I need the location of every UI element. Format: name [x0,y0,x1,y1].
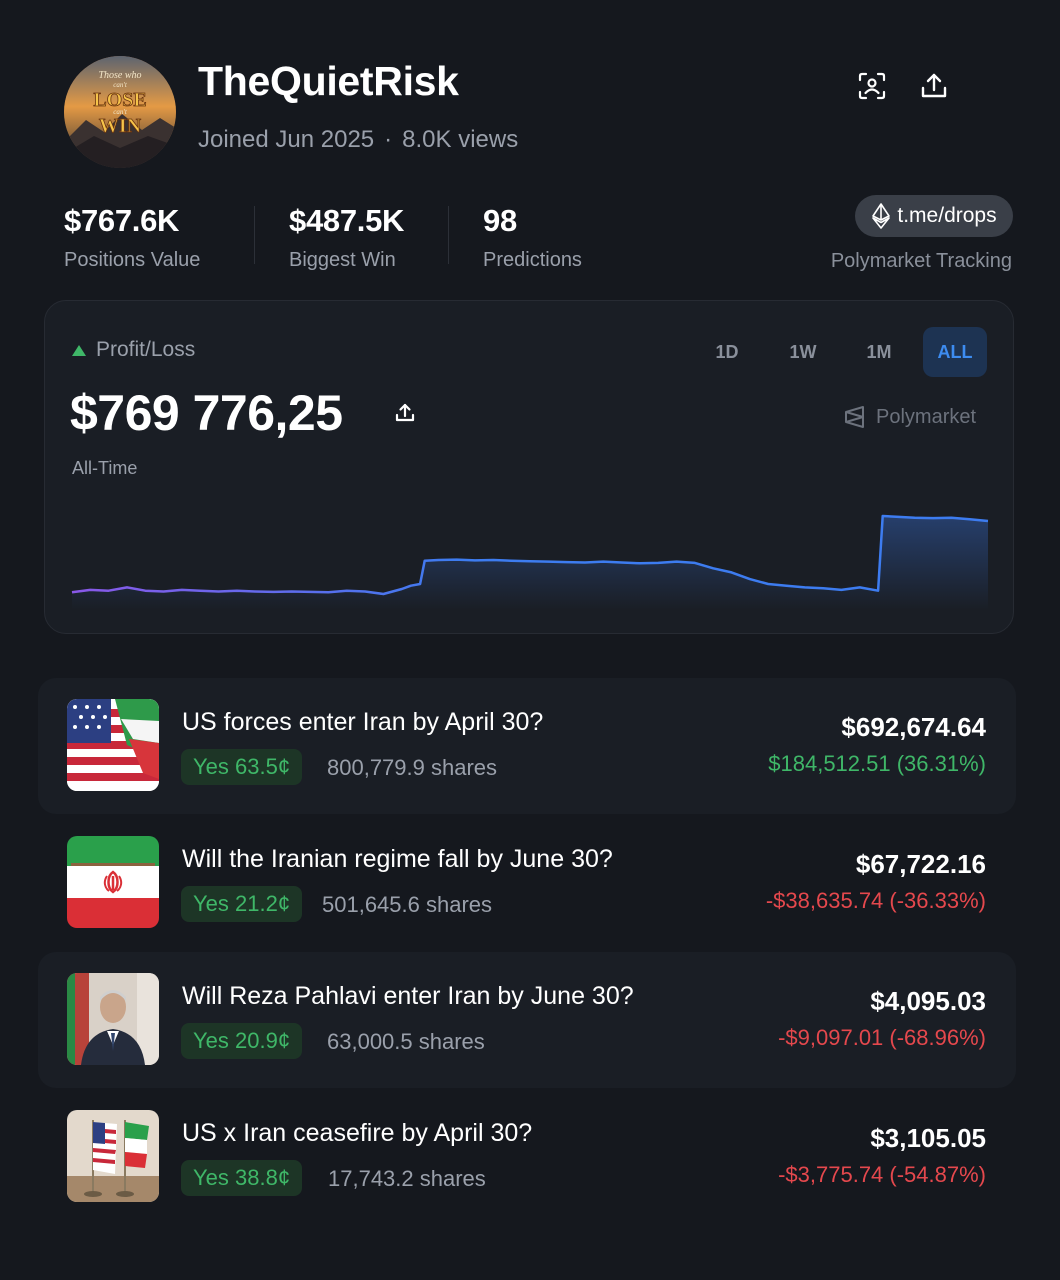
stat-value: $487.5K [289,203,405,238]
stat-predictions: 98 Predictions [483,203,582,272]
meta-separator: · [384,126,393,153]
position-shares: 17,743.2 shares [328,1166,486,1191]
position-pnl: -$38,635.74 (-36.33%) [765,888,986,913]
share-button[interactable] [914,66,954,106]
position-value: $692,674.64 [841,712,986,742]
position-shares: 501,645.6 shares [322,892,493,917]
pnl-share-button[interactable] [392,400,418,426]
position-value: $3,105.05 [870,1123,986,1153]
view-count: 8.0K views [402,126,519,153]
position-shares: 800,779.9 shares [327,755,498,780]
position-thumbnail [67,699,159,791]
position-row[interactable] [38,1089,1016,1225]
stat-divider [254,206,255,264]
pnl-period: All-Time [72,458,138,478]
polymarket-text: Polymarket [876,405,977,428]
position-title[interactable]: US x Iran ceasefire by April 30? [182,1119,532,1148]
us-iran-flags-image [67,699,159,791]
outcome-badge: Yes 20.9¢ [181,1023,303,1059]
position-value: $67,722.16 [855,849,986,879]
polymarket-badge: Polymarket [842,404,976,430]
stat-label: Biggest Win [289,249,396,271]
position-pnl: -$3,775.74 (-54.87%) [778,1162,986,1187]
polymarket-icon [845,406,864,428]
up-triangle-icon [72,344,86,356]
share-icon [921,73,947,98]
position-title[interactable]: Will the Iranian regime fall by June 30? [182,845,613,874]
position-thumbnail [67,1110,159,1202]
share-icon [395,403,415,422]
pnl-chart [71,514,989,610]
position-pnl: $184,512.51 (36.31%) [768,751,986,776]
avatar-text-1: Those who [98,70,141,81]
iran-flag-image [67,836,159,928]
position-value: $4,095.03 [870,986,986,1016]
position-row[interactable] [38,815,1016,951]
pnl-value: $769 776,25 [70,385,343,441]
avatar-text-5: WIN [99,115,142,137]
range-all[interactable]: ALL [923,327,987,377]
telegram-link-button[interactable]: t.me/drops [855,195,1013,237]
avatar[interactable]: Those who can't LOSE can't WIN [64,56,176,168]
ethereum-icon [872,203,891,229]
profile-meta: Joined Jun 2025 · 8.0K views [198,126,518,154]
stat-biggest-win: $487.5K Biggest Win [289,203,404,272]
username: TheQuietRisk [198,58,459,104]
stat-positions-value: $767.6K Positions Value [64,203,200,272]
joined-date: Joined Jun 2025 [198,126,375,153]
position-title[interactable]: Will Reza Pahlavi enter Iran by June 30? [182,982,634,1011]
stat-divider [448,206,449,264]
position-thumbnail [67,836,159,928]
avatar-text-2: can't [113,81,128,89]
stat-label: Positions Value [64,249,201,271]
position-row[interactable] [38,952,1016,1088]
stat-label: Predictions [483,249,582,271]
outcome-badge: Yes 63.5¢ [181,749,303,785]
outcome-badge: Yes 21.2¢ [181,886,303,922]
desk-flags-image [67,1110,159,1202]
range-1m[interactable]: 1M [852,327,906,377]
position-row[interactable] [38,678,1016,814]
scan-button[interactable] [852,66,892,106]
range-1d[interactable]: 1D [700,327,754,377]
position-thumbnail [67,973,159,1065]
range-1w[interactable]: 1W [776,327,830,377]
stat-value: $767.6K [64,203,180,238]
outcome-badge: Yes 38.8¢ [181,1160,303,1196]
position-title[interactable]: US forces enter Iran by April 30? [182,708,543,737]
position-shares: 63,000.5 shares [327,1029,485,1054]
position-pnl: -$9,097.01 (-68.96%) [778,1025,986,1050]
portrait-image [67,973,159,1065]
chart-area [72,516,988,610]
telegram-link-text: t.me/drops [897,204,997,227]
stat-value: 98 [483,203,517,238]
pnl-label-text: Profit/Loss [96,338,196,361]
tracking-caption: Polymarket Tracking [830,250,1012,272]
avatar-image: Those who can't LOSE can't WIN [64,56,176,168]
face-scan-icon [858,72,886,100]
pnl-label: Profit/Loss [72,338,195,362]
